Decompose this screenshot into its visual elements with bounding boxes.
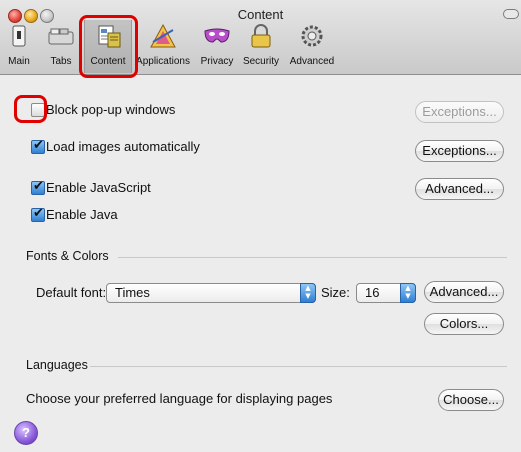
toolbar-item-main[interactable]: Main bbox=[4, 20, 34, 72]
security-lock-icon bbox=[251, 24, 271, 48]
default-font-label: Default font: bbox=[36, 285, 107, 300]
section-divider bbox=[118, 257, 507, 258]
font-size-value: 16 bbox=[365, 285, 380, 300]
enable-java-checkbox[interactable] bbox=[31, 206, 45, 222]
select-arrows-icon: ▲ ▼ bbox=[400, 283, 416, 303]
default-font-value: Times bbox=[115, 285, 150, 300]
languages-section-title: Languages bbox=[26, 358, 88, 372]
toolbar-item-tabs[interactable]: Tabs bbox=[46, 20, 76, 72]
colors-button[interactable]: Colors... bbox=[424, 313, 504, 335]
toolbar-item-label: Applications bbox=[136, 56, 190, 67]
main-switch-icon bbox=[12, 25, 26, 47]
toolbar-item-label: Tabs bbox=[50, 56, 72, 67]
choose-language-button[interactable]: Choose... bbox=[438, 389, 504, 411]
select-arrows-icon: ▲ ▼ bbox=[300, 283, 316, 303]
image-exceptions-button[interactable]: Exceptions... bbox=[415, 140, 504, 162]
default-font-select[interactable]: Times ▲ ▼ bbox=[106, 283, 316, 303]
load-images-label: Load images automatically bbox=[46, 139, 200, 154]
section-divider bbox=[90, 366, 507, 367]
privacy-mask-icon bbox=[204, 28, 230, 43]
toolbar-item-label: Advanced bbox=[289, 56, 335, 67]
enable-java-label: Enable Java bbox=[46, 207, 118, 222]
highlight-annotation bbox=[14, 95, 47, 123]
toolbar-item-security[interactable]: Security bbox=[239, 20, 283, 72]
fonts-advanced-button[interactable]: Advanced... bbox=[424, 281, 504, 303]
block-popups-label: Block pop-up windows bbox=[46, 102, 176, 117]
size-label: Size: bbox=[321, 285, 350, 300]
toolbar-item-label: Security bbox=[242, 56, 280, 67]
language-description: Choose your preferred language for displ… bbox=[26, 391, 333, 406]
font-size-select[interactable]: 16 ▲ ▼ bbox=[356, 283, 416, 303]
fonts-colors-section-title: Fonts & Colors bbox=[26, 249, 109, 263]
javascript-advanced-button[interactable]: Advanced... bbox=[415, 178, 504, 200]
toolbar-item-label: Main bbox=[8, 56, 30, 67]
toolbar: Content Main Tabs Content Applications P… bbox=[0, 0, 521, 78]
toolbar-item-label: Privacy bbox=[200, 56, 234, 67]
enable-javascript-label: Enable JavaScript bbox=[46, 180, 151, 195]
toolbar-item-applications[interactable]: Applications bbox=[134, 20, 192, 72]
highlight-annotation bbox=[79, 15, 138, 78]
applications-icon bbox=[150, 23, 176, 48]
enable-javascript-checkbox[interactable] bbox=[31, 179, 45, 195]
popup-exceptions-button[interactable]: Exceptions... bbox=[415, 101, 504, 123]
load-images-checkbox[interactable] bbox=[31, 138, 45, 154]
toolbar-item-advanced[interactable]: Advanced bbox=[287, 20, 337, 72]
help-button[interactable]: ? bbox=[14, 421, 38, 445]
toolbar-toggle-button[interactable] bbox=[503, 9, 519, 19]
tabs-icon bbox=[48, 28, 74, 45]
toolbar-item-privacy[interactable]: Privacy bbox=[198, 20, 236, 72]
advanced-gear-icon bbox=[301, 25, 323, 47]
